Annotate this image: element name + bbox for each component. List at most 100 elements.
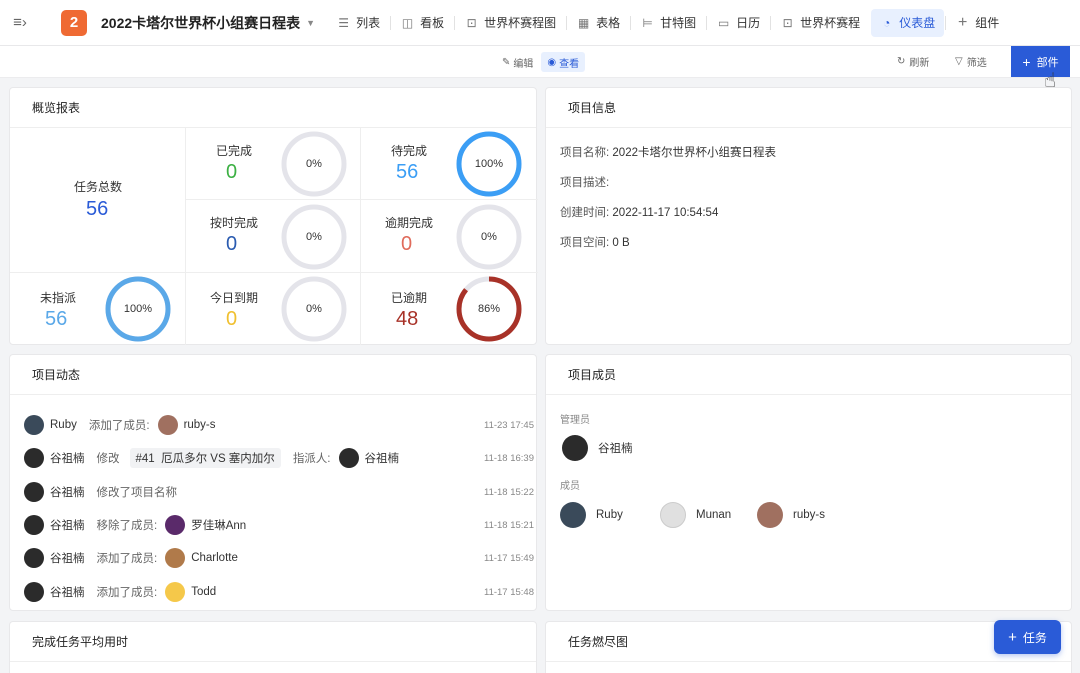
avatar <box>24 482 44 502</box>
edit-mode-button[interactable]: ✎ 编辑 <box>496 52 539 72</box>
tab-worldcup-schedule[interactable]: ⊡ 世界杯赛程 <box>772 9 869 37</box>
refresh-icon: ↻ <box>897 56 906 67</box>
stat-label: 逾期完成 <box>385 216 434 230</box>
progress-ring: 86% <box>455 275 523 343</box>
project-title[interactable]: 2022卡塔尔世界杯小组赛日程表 <box>101 13 300 33</box>
member-item[interactable]: ruby-s <box>757 502 825 528</box>
dashboard-icon: ◔ <box>883 15 891 30</box>
view-mode-button[interactable]: ◉ 查看 <box>541 52 586 72</box>
project-badge: 2 <box>61 9 87 36</box>
stat-value: 0 <box>226 161 238 183</box>
chevron-down-icon[interactable]: ▼ <box>306 18 315 28</box>
new-task-button[interactable]: + 任务 <box>994 620 1061 654</box>
avg-time-title: 完成任务平均用时 <box>10 622 536 662</box>
divider <box>770 15 772 30</box>
plus-icon: + <box>1022 53 1031 70</box>
activity-row: 谷祖楠 修改了项目名称 11-18 15:22 <box>24 481 534 503</box>
overview-title: 概览报表 <box>10 88 536 128</box>
member-item[interactable]: 谷祖楠 <box>562 435 633 461</box>
kanban-icon: ◫ <box>401 15 414 30</box>
task-link[interactable]: #41 厄瓜多尔 VS 塞内加尔 <box>129 448 281 468</box>
avatar <box>24 548 44 568</box>
stat-label: 已完成 <box>216 144 253 158</box>
project-info-card: 项目信息 项目名称: 2022卡塔尔世界杯小组赛日程表 项目描述: 创建时间: … <box>545 87 1072 345</box>
hand-cursor-icon: ☝ <box>1044 70 1057 92</box>
stat-value: 48 <box>396 308 419 330</box>
avatar <box>24 448 44 468</box>
activity-row: Ruby 添加了成员: ruby-s 11-23 17:45 <box>24 414 534 436</box>
add-component-button[interactable]: + 组件 <box>947 9 1008 37</box>
pencil-icon: ✎ <box>502 56 511 68</box>
stat-cell-ontime: 按时完成 0 0% <box>186 200 361 273</box>
avatar <box>660 502 686 528</box>
stat-label: 已逾期 <box>391 291 428 305</box>
progress-ring: 0% <box>280 203 348 271</box>
info-row-name: 项目名称: 2022卡塔尔世界杯小组赛日程表 <box>560 147 776 159</box>
progress-ring: 0% <box>280 275 348 343</box>
activity-row: 谷祖楠 移除了成员: 罗佳琳Ann 11-18 15:21 <box>24 514 534 536</box>
progress-ring: 100% <box>455 130 523 198</box>
member-item[interactable]: Ruby <box>560 502 623 528</box>
divider <box>566 15 568 30</box>
avatar <box>165 582 186 602</box>
stat-value: 56 <box>396 161 419 183</box>
top-bar: ≡› 2 2022卡塔尔世界杯小组赛日程表 ▼ ☰ 列表 ◫ 看板 ⊡ 世界杯赛程图 … <box>0 0 1080 46</box>
activity-row: 谷祖楠 修改 #41 厄瓜多尔 VS 塞内加尔 指派人: 谷祖楠 11-18 1… <box>24 447 534 469</box>
avatar <box>157 415 178 435</box>
total-tasks-cell: 任务总数 56 <box>10 128 186 273</box>
tab-calendar[interactable]: ▭ 日历 <box>708 9 769 37</box>
stat-label: 今日到期 <box>210 291 259 305</box>
tab-gantt[interactable]: ⊨ 甘特图 <box>632 9 705 37</box>
stat-label: 待完成 <box>391 144 428 158</box>
avg-time-card: 完成任务平均用时 <box>9 621 537 673</box>
avatar <box>165 548 186 568</box>
avatar <box>562 435 588 461</box>
burndown-title: 任务燃尽图 <box>546 622 1071 662</box>
filter-button[interactable]: ▽ 筛选 <box>955 54 987 69</box>
progress-ring: 0% <box>280 130 348 198</box>
refresh-button[interactable]: ↻ 刷新 <box>897 54 929 69</box>
eye-icon: ◉ <box>547 56 557 68</box>
tab-kanban[interactable]: ◫ 看板 <box>392 9 453 37</box>
mode-switch: ✎ 编辑 ◉ 查看 <box>496 52 586 72</box>
avatar <box>560 502 586 528</box>
avatar <box>24 582 44 602</box>
member-item[interactable]: Munan <box>660 502 731 528</box>
stat-cell-completed: 已完成 0 0% <box>186 128 361 200</box>
tab-table[interactable]: ▦ 表格 <box>568 9 629 37</box>
members-label: 成员 <box>560 481 580 492</box>
stat-label: 未指派 <box>40 291 77 305</box>
stat-value: 0 <box>401 233 413 255</box>
progress-ring: 100% <box>104 275 172 343</box>
stat-value: 56 <box>45 308 68 330</box>
admin-label: 管理员 <box>560 415 590 426</box>
table-icon: ▦ <box>577 15 590 30</box>
add-widget-button[interactable]: + 部件 <box>1011 46 1070 77</box>
divider <box>390 15 392 30</box>
dashboard-toolbar: ✎ 编辑 ◉ 查看 ↻ 刷新 ▽ 筛选 <box>0 46 1080 78</box>
tab-dashboard[interactable]: ◔ 仪表盘 <box>871 8 945 37</box>
activity-row: 谷祖楠 添加了成员: Charlotte 11-17 15:49 <box>24 547 534 569</box>
members-card: 项目成员 管理员 谷祖楠 成员 Ruby Munan ruby-s <box>545 354 1072 611</box>
avatar <box>24 515 44 535</box>
avatar <box>757 502 783 528</box>
activity-title: 项目动态 <box>10 355 536 395</box>
chart-icon: ⊡ <box>466 15 477 30</box>
progress-ring: 0% <box>455 203 523 271</box>
total-tasks-label: 任务总数 <box>74 180 123 194</box>
avatar <box>165 515 186 535</box>
avatar <box>338 448 359 468</box>
info-row-space: 项目空间: 0 B <box>560 237 630 249</box>
activity-row: 谷祖楠 添加了成员: Todd 11-17 15:48 <box>24 581 534 603</box>
gantt-icon: ⊨ <box>642 15 653 30</box>
divider <box>630 15 632 30</box>
project-info-title: 项目信息 <box>546 88 1071 128</box>
divider <box>706 15 708 30</box>
collapse-menu-icon[interactable]: ≡› <box>0 0 40 46</box>
chart-icon: ⊡ <box>782 15 793 30</box>
tab-worldcup-chart[interactable]: ⊡ 世界杯赛程图 <box>456 9 565 37</box>
tab-list[interactable]: ☰ 列表 <box>328 9 389 37</box>
activity-card: 项目动态 Ruby 添加了成员: ruby-s 11-23 17:45 谷祖楠 … <box>9 354 537 611</box>
plus-icon: + <box>1008 628 1017 646</box>
info-row-created: 创建时间: 2022-11-17 10:54:54 <box>560 207 719 219</box>
